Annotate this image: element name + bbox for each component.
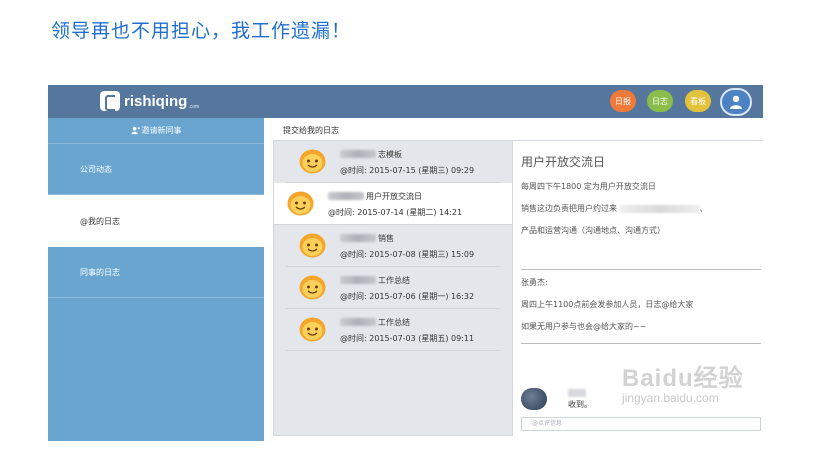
journal-name: 销售 (378, 233, 394, 243)
journal-time: @时间: 2015-07-14 (星期二) 14:21 (328, 208, 463, 217)
detail-line-1: 每周四下午1800 定为用户开放交流日 (521, 182, 656, 191)
blurred-author (340, 276, 376, 284)
list-item[interactable]: 志模板 @时间: 2015-07-15 (星期三) 09:29 (286, 141, 500, 183)
sidebar-item-my-journal[interactable]: @我的日志 (48, 195, 264, 247)
detail-line-2-suffix: 、 (699, 204, 708, 213)
detail-line-3: 产品和运营沟通（沟通地点、沟通方式） (521, 226, 665, 235)
divider (521, 269, 761, 270)
invite-label: 邀请新同事 (141, 126, 182, 135)
smiley-avatar-icon (299, 149, 326, 174)
sidebar: 邀请新同事 公司动态 @我的日志 同事的日志 (48, 118, 264, 441)
blurred-author (328, 192, 364, 200)
brand-logo[interactable]: rishiqing .com (100, 91, 199, 111)
journal-time: @时间: 2015-07-08 (星期三) 15:09 (340, 250, 475, 259)
smiley-avatar-icon (299, 275, 326, 300)
list-heading: 提交给我的日志 (283, 126, 339, 135)
sidebar-item-label: 公司动态 (80, 164, 112, 174)
reply-text: 收到。 (568, 400, 592, 409)
user-icon (730, 95, 742, 109)
page-headline: 领导再也不用担心，我工作遗漏！ (51, 20, 352, 42)
top-navigation-bar: rishiqing .com 日报 日志 看板 (48, 85, 763, 118)
blurred-author (340, 150, 376, 158)
journal-time: @时间: 2015-07-15 (星期三) 09:29 (340, 166, 475, 175)
comment-line-1: 周四上午1100点前会发参加人员，日志@给大家 (521, 300, 694, 309)
divider (521, 343, 761, 344)
list-item[interactable]: 工作总结 @时间: 2015-07-06 (星期一) 16:32 (286, 267, 500, 309)
user-avatar-button[interactable] (720, 88, 752, 116)
journal-time: @时间: 2015-07-06 (星期一) 16:32 (340, 292, 475, 301)
smiley-avatar-icon (299, 233, 326, 258)
sidebar-item-label: 同事的日志 (80, 267, 120, 277)
invite-colleague-button[interactable]: 邀请新同事 (48, 118, 264, 144)
journal-name: 工作总结 (378, 317, 410, 327)
list-item[interactable]: 用户开放交流日 @时间: 2015-07-14 (星期二) 14:21 (274, 183, 512, 225)
board-button[interactable]: 看板 (685, 90, 711, 112)
blurred-author (568, 389, 586, 397)
journal-list: 志模板 @时间: 2015-07-15 (星期三) 09:29 用户开放交流日 … (273, 140, 513, 436)
logo-icon (100, 91, 120, 111)
sidebar-item-colleague-journal[interactable]: 同事的日志 (48, 247, 264, 298)
brand-suffix: .com (188, 104, 200, 110)
watermark: Baidu经验 jingyan.baidu.com (622, 358, 744, 405)
add-user-icon (130, 126, 140, 135)
journal-name: 志模板 (378, 149, 402, 159)
daily-report-button[interactable]: 日报 (610, 90, 636, 112)
journal-name: 用户开放交流日 (366, 191, 422, 201)
list-item[interactable]: 工作总结 @时间: 2015-07-03 (星期五) 09:11 (286, 309, 500, 351)
journal-button[interactable]: 日志 (647, 90, 673, 112)
list-item[interactable]: 销售 @时间: 2015-07-08 (星期三) 15:09 (286, 225, 500, 267)
journal-name: 工作总结 (378, 275, 410, 285)
avatar (521, 388, 547, 410)
smiley-avatar-icon (287, 191, 314, 216)
sidebar-item-company-news[interactable]: 公司动态 (48, 144, 264, 195)
comment-author: 张勇杰: (521, 278, 548, 287)
watermark-url: jingyan.baidu.com (622, 391, 719, 405)
smiley-avatar-icon (299, 317, 326, 342)
comment-input[interactable]: @点评信息 (521, 417, 761, 431)
detail-line-2-prefix: 销售这边负责把用户约过来 (521, 204, 617, 213)
detail-line-2: 销售这边负责把用户约过来 、 (521, 203, 708, 214)
comment-line-2: 如果无用户参与也会@给大家的~~ (521, 322, 647, 331)
blurred-text (619, 204, 700, 213)
detail-title: 用户开放交流日 (521, 155, 606, 169)
watermark-brand: Baidu经验 (622, 365, 744, 392)
journal-time: @时间: 2015-07-03 (星期五) 09:11 (340, 334, 475, 343)
sidebar-item-label: @我的日志 (80, 216, 120, 226)
blurred-author (340, 318, 376, 326)
blurred-author (340, 234, 376, 242)
brand-name: rishiqing (124, 92, 188, 110)
